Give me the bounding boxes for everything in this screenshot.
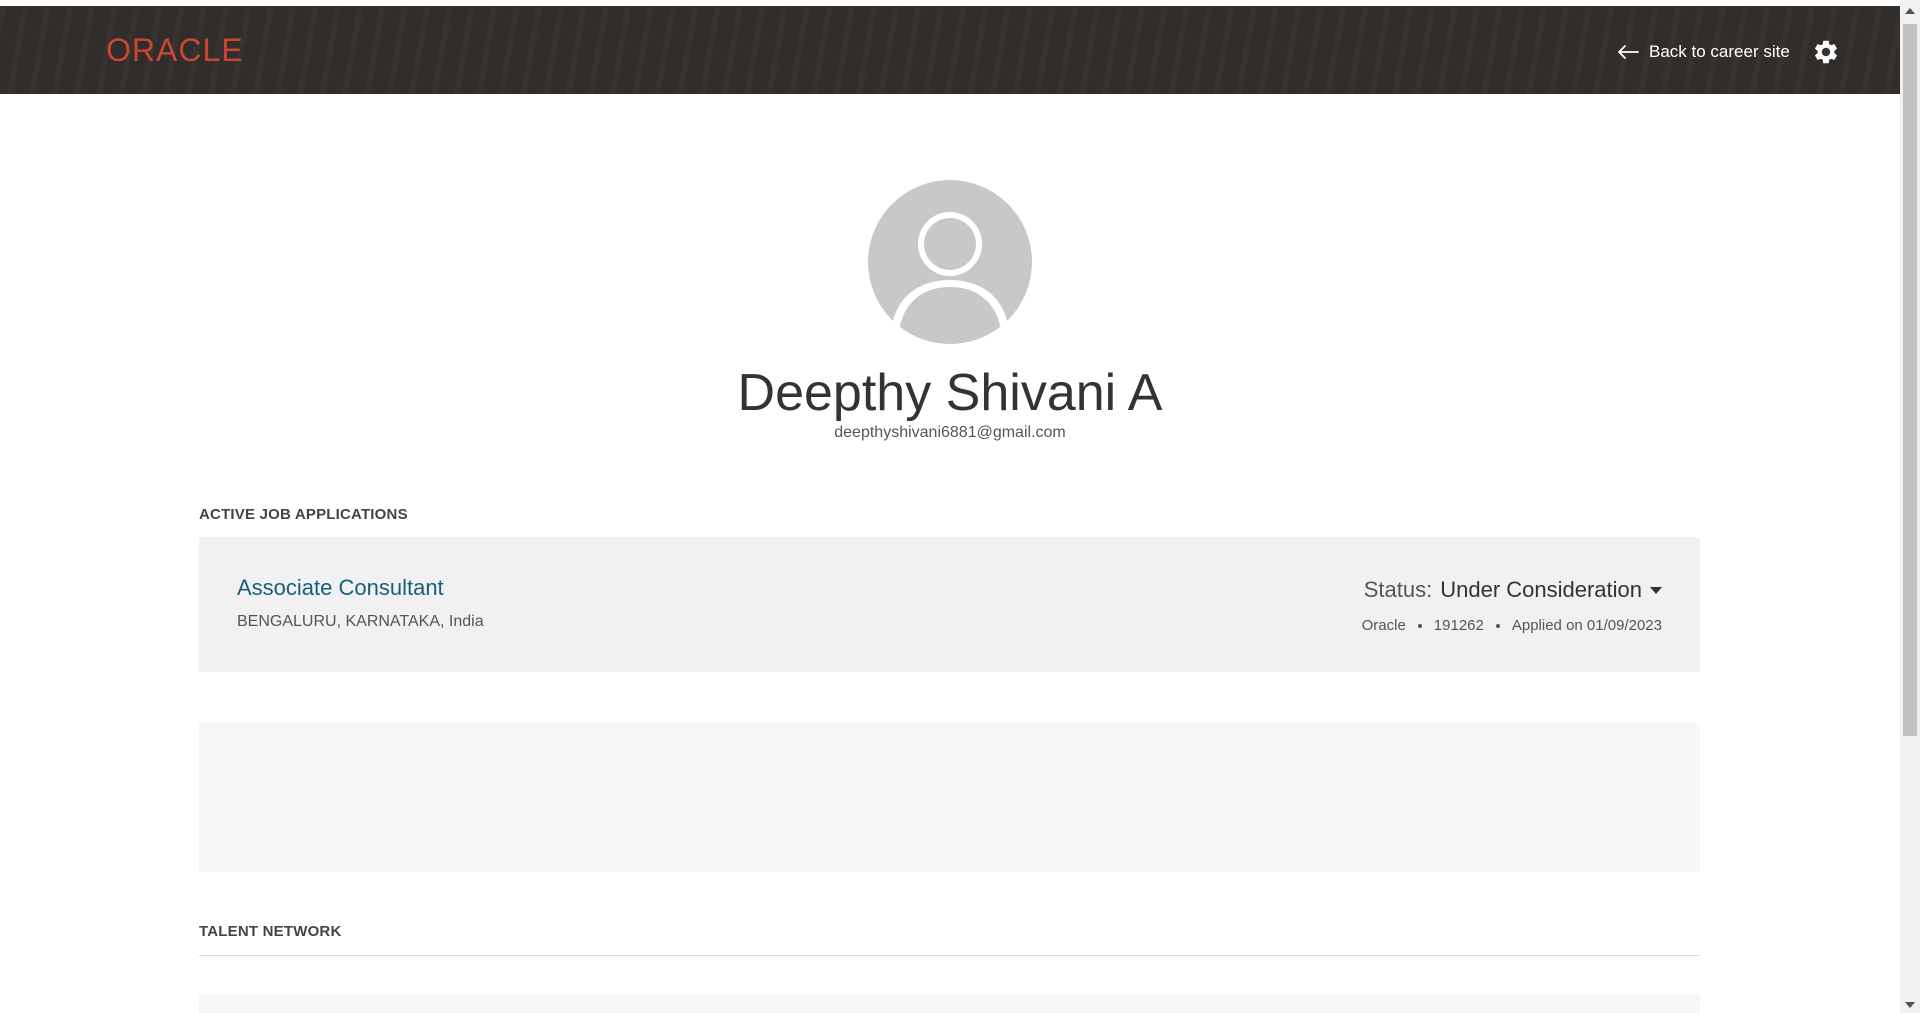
profile-email: deepthyshivani6881@gmail.com	[834, 424, 1066, 441]
status-dropdown[interactable]: Status: Under Consideration	[1364, 577, 1662, 603]
active-job-applications-title: ACTIVE JOB APPLICATIONS	[199, 506, 408, 523]
user-silhouette	[890, 212, 1010, 344]
job-meta: Oracle 191262 Applied on 01/09/2023	[1362, 617, 1662, 634]
scroll-down-arrow-icon[interactable]	[1905, 1002, 1915, 1008]
separator-dot	[1417, 623, 1422, 628]
job-applied-date: Applied on 01/09/2023	[1511, 617, 1662, 634]
talent-network-title: TALENT NETWORK	[199, 923, 342, 940]
arrow-left-icon	[1618, 45, 1639, 59]
talent-network-card	[199, 994, 1700, 1013]
job-requisition-id: 191262	[1433, 617, 1484, 634]
back-to-career-site-label: Back to career site	[1649, 42, 1790, 61]
job-location: BENGALURU, KARNATAKA, India	[237, 613, 484, 630]
job-title-link[interactable]: Associate Consultant	[237, 575, 444, 601]
job-application-card: Associate Consultant BENGALURU, KARNATAK…	[199, 537, 1700, 672]
caret-down-icon	[1650, 586, 1662, 594]
scroll-up-arrow-icon[interactable]	[1905, 8, 1915, 14]
loading-placeholder-card	[199, 723, 1700, 872]
status-value: Under Consideration	[1440, 577, 1642, 602]
section-divider	[199, 955, 1700, 956]
site-header: ORACLE Back to career site	[0, 6, 1900, 94]
gear-icon[interactable]	[1812, 38, 1840, 66]
separator-dot	[1495, 623, 1500, 628]
user-avatar-icon	[868, 180, 1032, 344]
oracle-logo[interactable]: ORACLE	[106, 32, 244, 68]
profile-name: Deepthy Shivani A	[737, 364, 1163, 422]
scrollbar-thumb[interactable]	[1903, 24, 1917, 736]
job-company: Oracle	[1361, 617, 1406, 634]
status-label: Status:	[1363, 577, 1433, 602]
back-to-career-site-link[interactable]: Back to career site	[1617, 40, 1790, 64]
